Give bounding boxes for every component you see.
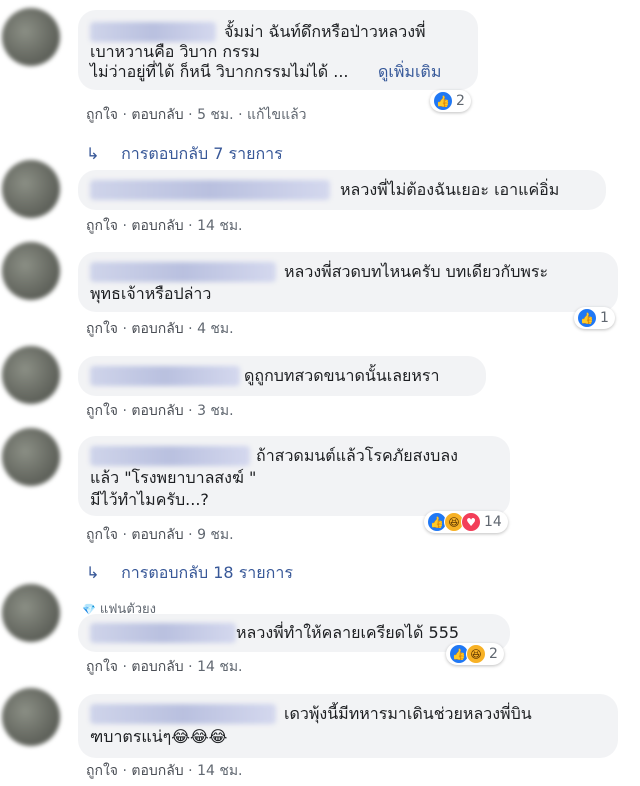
reaction-summary[interactable]: 👍 2 (430, 90, 471, 112)
comment-actions: ถูกใจ · ตอบกลับ · 4 ชม. (86, 318, 234, 340)
comment-actions: ถูกใจ · ตอบกลับ · 9 ชม. (86, 524, 234, 546)
separator: · (122, 218, 127, 234)
reaction-summary[interactable]: 👍 1 (574, 307, 615, 329)
reaction-summary[interactable]: 👍 😆 2 (446, 643, 504, 665)
reaction-count: 1 (600, 310, 609, 326)
reply-arrow-icon: ↳ (86, 144, 100, 163)
avatar[interactable] (2, 242, 60, 300)
comment-actions: ถูกใจ · ตอบกลับ · 5 ชม. · แก้ไขแล้ว (86, 104, 307, 126)
comment-actions: ถูกใจ · ตอบกลับ · 14 ชม. (86, 215, 243, 237)
comment-text: เบาหวานคือ วิบาก กรรม (90, 42, 260, 61)
comment-bubble: เดวพุ้งนี้มีทหารมาเดินช่วยหลวงพี่บิน ฑบา… (78, 694, 618, 758)
reply-link[interactable]: ตอบกลับ (131, 321, 183, 337)
comment-text: หลวงพี่ไม่ต้องฉันเยอะ เอาแค่อิ่ม (340, 180, 560, 199)
like-reaction-icon: 👍 (577, 308, 597, 328)
comment-text: ดูถูกบทสวดขนาดนั้นเลยหรา (244, 366, 440, 385)
separator: · (122, 527, 127, 543)
comment-bubble: จั้มม่า ฉันท์ดึกหรือป่าวหลวงพี่ เบาหวานค… (78, 10, 478, 90)
timestamp[interactable]: 4 ชม. (197, 321, 234, 337)
comment-text: พุทธเจ้าหรือปล่าว (90, 284, 212, 303)
separator: · (122, 659, 127, 675)
blurred-author-name[interactable] (90, 22, 216, 42)
timestamp[interactable]: 14 ชม. (197, 763, 242, 779)
blurred-author-name[interactable] (90, 704, 276, 724)
comment-text: ฑบาตรแน่ๆ😂😂😂 (90, 727, 228, 746)
timestamp[interactable]: 3 ชม. (197, 403, 234, 419)
comment-text: แล้ว "โรงพยาบาลสงฆ์ " (90, 468, 257, 487)
separator: · (188, 107, 193, 123)
like-link[interactable]: ถูกใจ (86, 763, 118, 779)
timestamp[interactable]: 9 ชม. (197, 527, 234, 543)
like-reaction-icon: 👍 (433, 91, 453, 111)
reply-link[interactable]: ตอบกลับ (131, 403, 183, 419)
comment-actions: ถูกใจ · ตอบกลับ · 14 ชม. (86, 656, 243, 678)
reply-link[interactable]: ตอบกลับ (131, 107, 183, 123)
comment-text: จั้มม่า ฉันท์ดึกหรือป่าวหลวงพี่ (224, 22, 426, 41)
comment-text: หลวงพี่ทำให้คลายเครียดได้ 555 (236, 623, 460, 642)
comment-actions: ถูกใจ · ตอบกลับ · 14 ชม. (86, 760, 243, 782)
reaction-count: 14 (484, 514, 502, 530)
avatar[interactable] (2, 346, 60, 404)
separator: · (188, 527, 193, 543)
view-replies-label: การตอบกลับ 7 รายการ (121, 144, 283, 163)
timestamp[interactable]: 14 ชม. (197, 218, 242, 234)
blurred-author-name[interactable] (90, 366, 240, 386)
haha-reaction-icon: 😆 (466, 644, 486, 664)
view-replies-label: การตอบกลับ 18 รายการ (121, 563, 293, 582)
reply-link[interactable]: ตอบกลับ (131, 527, 183, 543)
view-replies-link[interactable]: ↳ การตอบกลับ 7 รายการ (86, 142, 283, 167)
reaction-count: 2 (489, 646, 498, 662)
comment-text: มีไว้ทำไมครับ...? (90, 490, 209, 509)
avatar[interactable] (2, 8, 60, 66)
separator: · (122, 763, 127, 779)
separator: · (188, 659, 193, 675)
like-link[interactable]: ถูกใจ (86, 107, 118, 123)
separator: · (188, 321, 193, 337)
separator: · (188, 403, 193, 419)
comment-text: ไม่ว่าอยู่ที่ได้ ก็หนี วิบากกรรมไม่ได้ .… (90, 62, 349, 81)
comment-bubble: หลวงพี่ไม่ต้องฉันเยอะ เอาแค่อิ่ม (78, 170, 606, 210)
blurred-author-name[interactable] (90, 180, 330, 200)
separator: · (188, 218, 193, 234)
like-link[interactable]: ถูกใจ (86, 321, 118, 337)
reaction-count: 2 (456, 93, 465, 109)
reply-link[interactable]: ตอบกลับ (131, 659, 183, 675)
blurred-author-name[interactable] (90, 262, 276, 282)
separator: · (122, 321, 127, 337)
comment-text: ถ้าสวดมนต์แล้วโรคภัยสงบลง (256, 446, 458, 465)
avatar[interactable] (2, 688, 60, 746)
separator: · (122, 403, 127, 419)
love-reaction-icon: ♥ (461, 512, 481, 532)
edited-label[interactable]: แก้ไขแล้ว (247, 107, 307, 123)
reply-arrow-icon: ↳ (86, 563, 100, 582)
avatar[interactable] (2, 160, 60, 218)
separator: · (238, 107, 243, 123)
separator: · (188, 763, 193, 779)
comment-bubble: หลวงพี่ทำให้คลายเครียดได้ 555 (78, 614, 510, 652)
avatar[interactable] (2, 584, 60, 642)
comment-bubble: ถ้าสวดมนต์แล้วโรคภัยสงบลง แล้ว "โรงพยาบา… (78, 436, 510, 516)
blurred-author-name[interactable] (90, 446, 250, 466)
timestamp[interactable]: 5 ชม. (197, 107, 234, 123)
reply-link[interactable]: ตอบกลับ (131, 763, 183, 779)
comment-bubble: ดูถูกบทสวดขนาดนั้นเลยหรา (78, 356, 486, 396)
like-link[interactable]: ถูกใจ (86, 218, 118, 234)
blurred-author-name[interactable] (90, 623, 236, 643)
separator: · (122, 107, 127, 123)
avatar[interactable] (2, 428, 60, 486)
like-link[interactable]: ถูกใจ (86, 659, 118, 675)
reply-link[interactable]: ตอบกลับ (131, 218, 183, 234)
comment-text: เดวพุ้งนี้มีทหารมาเดินช่วยหลวงพี่บิน (284, 704, 532, 723)
timestamp[interactable]: 14 ชม. (197, 659, 242, 675)
like-link[interactable]: ถูกใจ (86, 527, 118, 543)
comment-bubble: หลวงพี่สวดบทไหนครับ บทเดียวกับพระ พุทธเจ… (78, 252, 618, 312)
like-link[interactable]: ถูกใจ (86, 403, 118, 419)
comment-actions: ถูกใจ · ตอบกลับ · 3 ชม. (86, 400, 234, 422)
reaction-summary[interactable]: 👍 😆 ♥ 14 (424, 511, 508, 533)
comment-text: หลวงพี่สวดบทไหนครับ บทเดียวกับพระ (284, 262, 549, 281)
view-replies-link[interactable]: ↳ การตอบกลับ 18 รายการ (86, 561, 293, 586)
see-more-link[interactable]: ดูเพิ่มเติม (378, 62, 441, 82)
